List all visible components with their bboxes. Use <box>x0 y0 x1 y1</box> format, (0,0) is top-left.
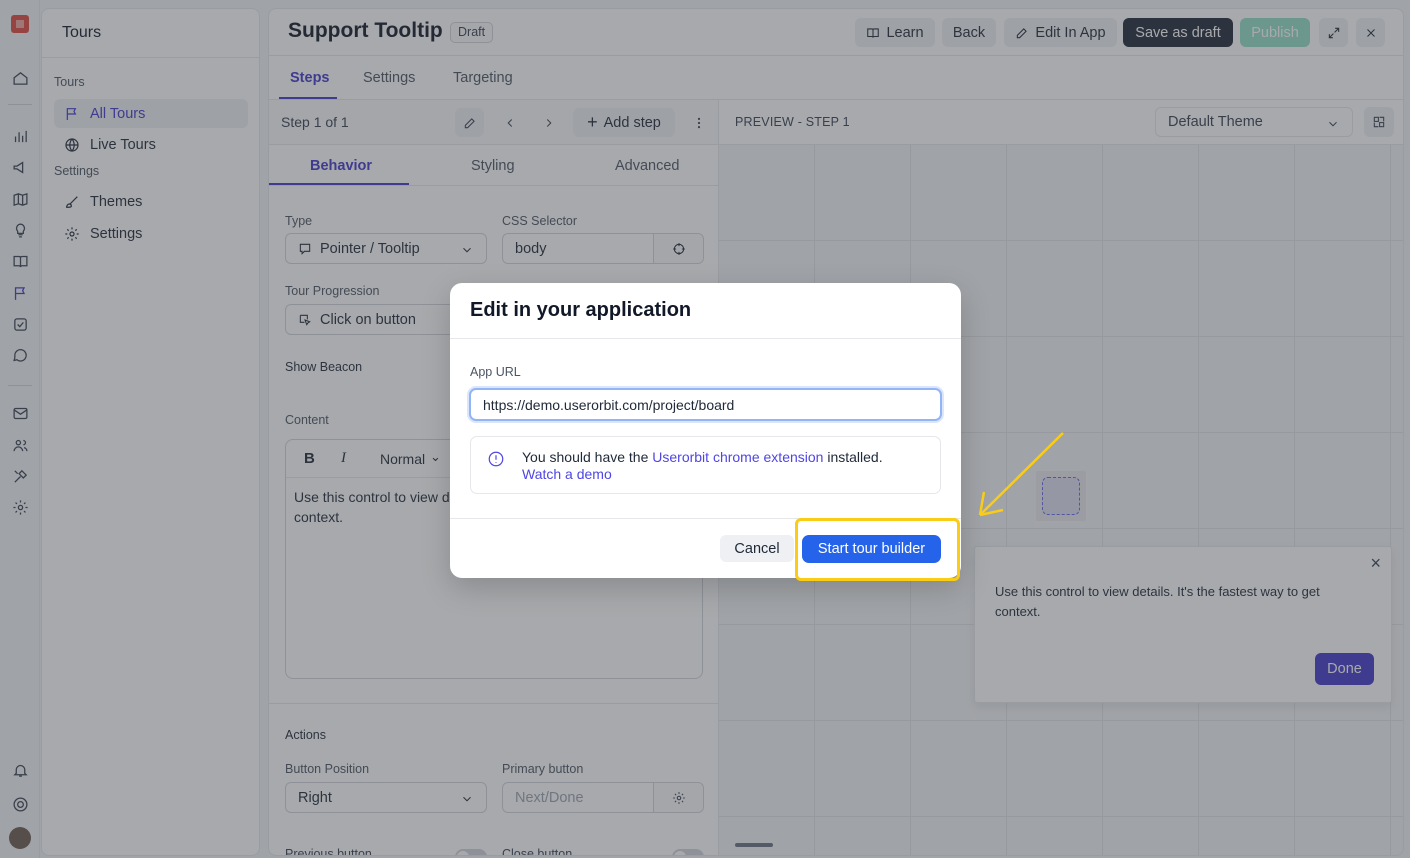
extension-info-text: You should have the Userorbit chrome ext… <box>522 449 883 483</box>
modal-divider <box>450 338 961 339</box>
annotation-arrow-icon <box>978 432 1064 517</box>
watch-demo-link[interactable]: Watch a demo <box>522 466 612 482</box>
app-url-input[interactable] <box>469 388 942 421</box>
chrome-extension-link[interactable]: Userorbit chrome extension <box>652 449 823 465</box>
annotation-highlight <box>795 518 960 581</box>
extension-info-box: You should have the Userorbit chrome ext… <box>470 436 941 494</box>
info-suffix: installed. <box>823 449 883 465</box>
app-url-label: App URL <box>470 365 521 379</box>
info-prefix: You should have the <box>522 449 653 465</box>
modal-title: Edit in your application <box>470 299 692 321</box>
info-icon <box>487 450 505 468</box>
cancel-button[interactable]: Cancel <box>720 535 794 562</box>
